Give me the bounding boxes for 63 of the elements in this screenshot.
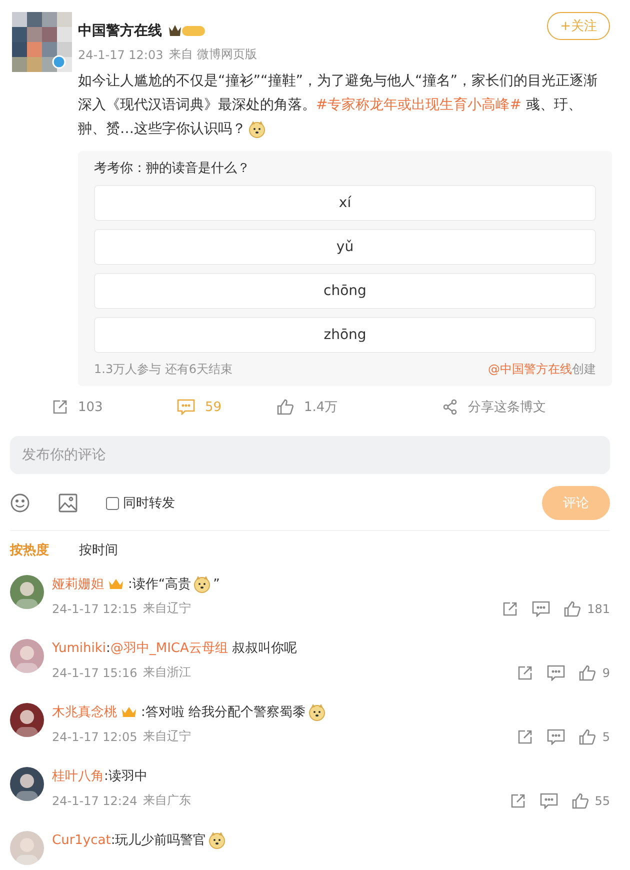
like-count: 5 — [602, 730, 610, 744]
post-source: 来自 微博网页版 — [169, 46, 258, 63]
post-time: 24-1-17 12:03 — [78, 48, 164, 62]
poll-stats: 1.3万人参与 还有6天结束 — [94, 361, 233, 378]
comment-icon[interactable] — [547, 728, 566, 744]
comment-location: 来自广东 — [143, 792, 192, 809]
like-action[interactable]: 1.4万 — [277, 398, 442, 416]
comment-icon[interactable] — [540, 792, 558, 808]
share-icon[interactable] — [517, 728, 534, 744]
comment-time: 24-1-17 12:05 — [52, 730, 138, 744]
comment-icon[interactable] — [547, 664, 566, 680]
share-action[interactable]: 分享这条博文 — [442, 398, 630, 416]
comment-location: 来自浙江 — [143, 664, 192, 681]
vip-badge-icon — [168, 24, 206, 38]
comment-text: 木兆真念桃 :答对啦 给我分配个警察蜀黍 — [52, 703, 610, 721]
like-icon[interactable] — [579, 728, 596, 744]
like-icon[interactable] — [564, 600, 582, 616]
comment-time: 24-1-17 12:24 — [52, 794, 138, 808]
poll-option[interactable]: zhōng — [94, 317, 596, 353]
poll-creator: @中国警方在线创建 — [488, 361, 596, 378]
comment-location: 来自辽宁 — [143, 728, 192, 745]
post-text: 如今让人尴尬的不仅是“撞衫”“撞鞋”，为了避免与他人“撞名”，家长们的目光正逐渐深入《现代汉语词典》最深处的角落。#专家称龙年或出现生育小高峰# 彧、玗、翀、赟…这些字你认识吗？ — [78, 72, 599, 140]
comment-time: 24-1-17 12:15 — [52, 602, 138, 616]
share-icon[interactable] — [52, 399, 68, 415]
sort-tab[interactable]: 按时间 — [79, 541, 118, 559]
comment-action[interactable]: 59 — [177, 398, 277, 416]
comment-time: 24-1-17 15:16 — [52, 666, 138, 680]
like-icon[interactable] — [277, 399, 294, 415]
repost-label: 同时转发 — [123, 495, 175, 512]
share-icon[interactable] — [442, 399, 458, 415]
sort-tab[interactable]: 按热度 — [10, 541, 49, 559]
poll-question: 考考你：翀的读音是什么？ — [94, 160, 251, 177]
comment-text: 桂叶八角:读羽中 — [52, 768, 148, 785]
like-icon[interactable] — [579, 664, 596, 680]
poll-option[interactable]: xí — [94, 185, 596, 221]
like-count: 55 — [594, 794, 610, 808]
emoji-icon — [308, 703, 326, 721]
forward-action[interactable]: 103 — [52, 398, 177, 416]
image-icon[interactable] — [58, 493, 78, 513]
emoji-icon — [193, 575, 212, 593]
repost-checkbox[interactable] — [106, 496, 119, 510]
crown-icon — [108, 577, 124, 591]
share-icon[interactable] — [502, 600, 518, 616]
like-count: 181 — [587, 602, 610, 616]
like-icon[interactable] — [572, 792, 589, 808]
comment-icon[interactable] — [177, 399, 195, 415]
crown-icon — [121, 705, 137, 719]
poll-option[interactable]: chōng — [94, 273, 596, 309]
comment-icon[interactable] — [532, 600, 550, 616]
emoji-icon — [248, 120, 266, 138]
emoji-icon — [208, 831, 226, 849]
comment-input[interactable]: 发布你的评论 — [10, 436, 610, 474]
share-icon[interactable] — [510, 792, 526, 808]
comment-text: Cur1ycat:玩儿少前吗警官 — [52, 831, 610, 849]
share-icon[interactable] — [517, 664, 534, 680]
comment-text: 娅莉姗妲 :读作“高贵 ” — [52, 575, 221, 593]
poll-option[interactable]: yǔ — [94, 229, 596, 265]
follow-button[interactable]: +关注 — [547, 12, 610, 40]
comment-text: Yumihiki:@羽中_MICA云母组 叔叔叫你呢 — [52, 640, 298, 657]
author-name[interactable]: 中国警方在线 — [78, 22, 162, 40]
emoji-icon[interactable] — [10, 493, 30, 513]
comment-location: 来自辽宁 — [143, 600, 192, 617]
like-count: 9 — [602, 666, 610, 680]
